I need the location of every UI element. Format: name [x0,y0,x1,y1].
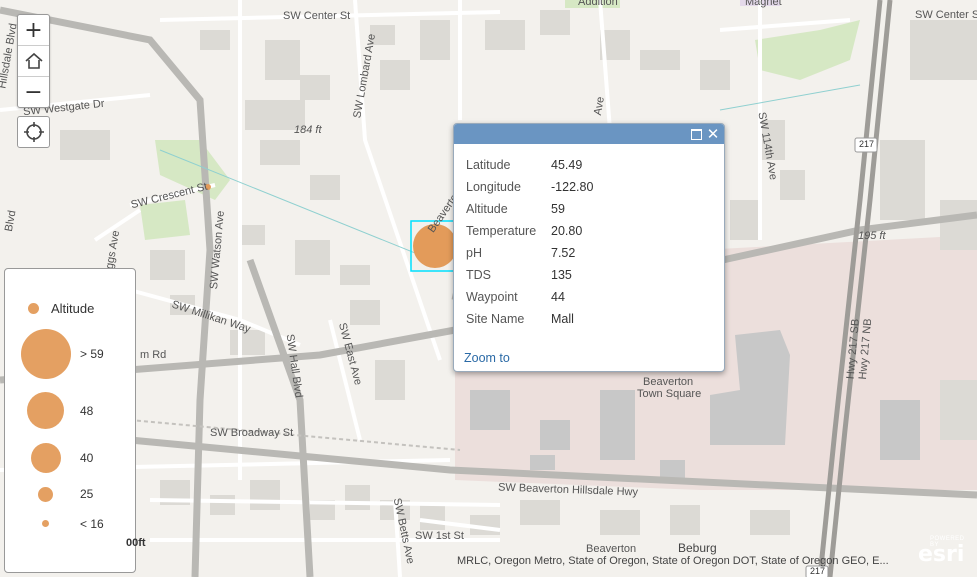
attribute-row: pH 7.52 [466,242,593,264]
place-label: Beburg [678,541,717,555]
zoom-out-button[interactable]: − [18,76,49,107]
close-icon[interactable]: ✕ [706,125,720,143]
map-attribution[interactable]: MRLC, Oregon Metro, State of Oregon, Sta… [457,555,889,567]
attribute-row: Longitude -122.80 [466,176,593,198]
attribute-key: Waypoint [466,290,518,304]
maximize-icon[interactable] [691,129,702,140]
zoom-control: + − [17,14,50,108]
legend-item-label: 48 [80,404,94,418]
attribute-row: Altitude 59 [466,198,593,220]
legend-marker [42,520,49,527]
legend-item-label: > 59 [80,347,104,361]
popup-header: ✕ [454,124,724,144]
attribute-value: Mall [551,312,574,326]
legend-marker [21,329,71,379]
route-shield-label: 217 [859,139,875,149]
legend-item-label: < 16 [80,517,104,531]
attribute-row: TDS 135 [466,264,593,286]
esri-logo[interactable]: POWERED BY esri [910,536,972,572]
legend-panel: Altitude > 59 48 40 25 < 16 [4,268,136,573]
attribute-row: Latitude 45.49 [466,154,593,176]
attribute-key: pH [466,246,482,260]
attribute-key: TDS [466,268,491,282]
stream [159,149,421,256]
place-label: Addition [578,0,618,8]
attribute-value: 20.80 [551,224,583,238]
info-popup: ✕ Latitude 45.49 Longitude -122.80 Altitud… [453,123,725,372]
attribute-value: 7.52 [551,246,576,260]
scale-bar-label: 00ft [126,537,146,549]
popup-attributes-table: Latitude 45.49 Longitude -122.80 Altitude 5… [466,154,593,330]
attribute-value: 44 [551,290,565,304]
attribute-row: Waypoint 44 [466,286,593,308]
zoom-in-button[interactable]: + [18,15,49,45]
attribute-key: Temperature [466,224,537,238]
street-label: m Rd [140,349,167,361]
place-label: Beaverton [643,376,694,388]
legend-marker [38,487,53,502]
attribute-key: Altitude [466,202,508,216]
attribute-row: Site Name Mall [466,308,593,330]
legend-item-label: 40 [80,451,94,465]
street-label: SW Broadway St [210,427,294,439]
route-shield-label: 217 [810,566,826,576]
legend-title: Altitude [51,301,95,316]
esri-name-text: esri [918,542,965,567]
legend-marker [27,392,64,429]
street-label: SW 1st St [415,530,464,542]
stream [719,84,861,111]
park-area [755,20,860,80]
street-label: SW Center St [283,10,351,22]
elevation-label: 195 ft [858,230,886,242]
attribute-value: 59 [551,202,565,216]
attribute-value: -122.80 [551,180,594,194]
locate-button[interactable] [17,116,50,148]
place-label: Magnet [745,0,782,8]
attribute-key: Site Name [466,312,525,326]
home-button[interactable] [18,45,49,76]
place-label: Town Square [637,388,702,400]
home-icon [24,52,43,69]
attribute-key: Longitude [466,180,521,194]
attribute-value: 45.49 [551,158,583,172]
legend-title-marker [28,303,39,314]
place-label: Beaverton [586,543,637,555]
street-label: SW Center St [915,9,977,21]
locate-icon [23,122,44,142]
zoom-to-link[interactable]: Zoom to [464,351,510,365]
attribute-value: 135 [551,268,572,282]
elevation-label: 184 ft [294,124,322,136]
legend-marker [31,443,61,473]
legend-item-label: 25 [80,487,94,501]
attribute-key: Latitude [466,158,511,172]
attribute-row: Temperature 20.80 [466,220,593,242]
